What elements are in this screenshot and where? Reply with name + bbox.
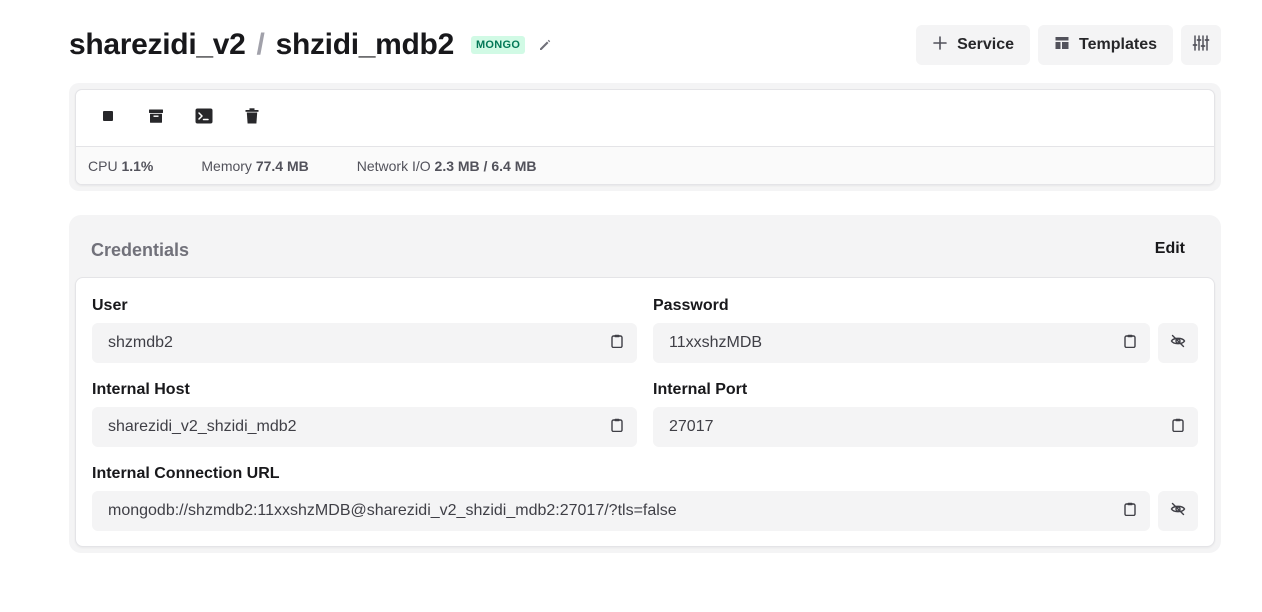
copy-host-button[interactable] xyxy=(597,407,637,447)
header-actions: Service Templates xyxy=(916,25,1221,65)
archive-icon xyxy=(148,108,164,129)
user-label: User xyxy=(92,297,128,314)
clipboard-icon xyxy=(1172,418,1184,437)
credentials-card: User shzmdb2 Password 11xxshzMDB Interna… xyxy=(75,277,1215,547)
add-service-button[interactable]: Service xyxy=(916,25,1031,65)
copy-password-button[interactable] xyxy=(1110,323,1150,363)
service-type-badge: MONGO xyxy=(470,36,526,54)
internal-port-value: 27017 xyxy=(669,418,714,435)
templates-label: Templates xyxy=(1079,36,1157,53)
internal-port-label: Internal Port xyxy=(653,381,748,398)
connection-url-label: Internal Connection URL xyxy=(92,465,280,482)
plus-icon xyxy=(932,35,948,56)
edit-credentials-button[interactable]: Edit xyxy=(1141,234,1199,264)
network-value: 2.3 MB / 6.4 MB xyxy=(434,157,537,174)
terminal-button[interactable] xyxy=(190,104,218,132)
credentials-section: Credentials Edit User shzmdb2 Password 1… xyxy=(69,215,1221,553)
service-name: shzidi_mdb2 xyxy=(275,28,455,61)
copy-url-button[interactable] xyxy=(1110,491,1150,531)
user-value: shzmdb2 xyxy=(108,334,173,351)
internal-port-field[interactable]: 27017 xyxy=(653,407,1198,447)
service-control-panel: CPU 1.1% Memory 77.4 MB Network I/O 2.3 … xyxy=(69,83,1221,191)
network-label: Network I/O xyxy=(356,157,431,174)
clipboard-icon xyxy=(611,418,623,437)
eye-off-icon xyxy=(1170,501,1186,522)
eye-off-icon xyxy=(1170,333,1186,354)
connection-url-field[interactable]: mongodb://shzmdb2:11xxshzMDB@sharezidi_v… xyxy=(92,491,1150,531)
service-toolbar xyxy=(76,90,1214,146)
clipboard-icon xyxy=(1124,334,1136,353)
copy-user-button[interactable] xyxy=(597,323,637,363)
clipboard-icon xyxy=(1124,502,1136,521)
password-label: Password xyxy=(653,297,729,314)
credentials-header: Credentials Edit xyxy=(75,221,1215,277)
credentials-title: Credentials xyxy=(91,239,190,260)
clipboard-icon xyxy=(611,334,623,353)
password-value: 11xxshzMDB xyxy=(669,334,763,351)
templates-button[interactable]: Templates xyxy=(1038,25,1173,65)
project-name[interactable]: sharezidi_v2 xyxy=(69,28,246,62)
delete-button[interactable] xyxy=(238,104,266,132)
pencil-icon[interactable] xyxy=(537,37,553,53)
memory-value: 77.4 MB xyxy=(255,157,309,174)
cpu-stat: CPU 1.1% xyxy=(88,158,153,174)
internal-host-label: Internal Host xyxy=(92,381,190,398)
trash-icon xyxy=(245,107,259,129)
password-field[interactable]: 11xxshzMDB xyxy=(653,323,1150,363)
title-separator: / xyxy=(256,28,265,61)
internal-host-value: sharezidi_v2_shzidi_mdb2 xyxy=(108,418,297,435)
service-control-card: CPU 1.1% Memory 77.4 MB Network I/O 2.3 … xyxy=(75,89,1215,185)
cpu-value: 1.1% xyxy=(121,157,154,174)
memory-stat: Memory 77.4 MB xyxy=(201,158,308,174)
user-field[interactable]: shzmdb2 xyxy=(92,323,637,363)
settings-button[interactable] xyxy=(1181,25,1221,65)
internal-host-field[interactable]: sharezidi_v2_shzidi_mdb2 xyxy=(92,407,637,447)
connection-url-value: mongodb://shzmdb2:11xxshzMDB@sharezidi_v… xyxy=(108,502,677,519)
archive-button[interactable] xyxy=(142,104,170,132)
stop-button[interactable] xyxy=(94,104,122,132)
add-service-label: Service xyxy=(957,36,1015,53)
terminal-icon xyxy=(195,108,213,129)
sliders-icon xyxy=(1192,34,1210,57)
copy-port-button[interactable] xyxy=(1158,407,1198,447)
cpu-label: CPU xyxy=(88,157,118,174)
toggle-password-visibility-button[interactable] xyxy=(1158,323,1198,363)
stop-icon xyxy=(102,109,114,127)
resource-stats: CPU 1.1% Memory 77.4 MB Network I/O 2.3 … xyxy=(76,146,1214,184)
template-icon xyxy=(1054,35,1070,56)
toggle-url-visibility-button[interactable] xyxy=(1158,491,1198,531)
memory-label: Memory xyxy=(201,157,252,174)
page-header: sharezidi_v2 / shzidi_mdb2 MONGO Service… xyxy=(69,25,1221,65)
page-title: sharezidi_v2 / shzidi_mdb2 xyxy=(69,28,454,62)
network-stat: Network I/O 2.3 MB / 6.4 MB xyxy=(357,158,537,174)
